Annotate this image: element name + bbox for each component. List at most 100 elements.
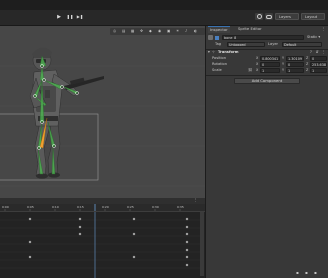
component-menu-icon[interactable]: ⋮: [322, 49, 326, 55]
position-y-field[interactable]: 1.30109: [286, 56, 304, 61]
axis-y-label: Y: [282, 56, 285, 60]
status-icon[interactable]: ▪: [296, 270, 299, 276]
static-toggle[interactable]: Static ▾: [307, 35, 320, 40]
rotation-x-field[interactable]: 0: [260, 62, 280, 67]
move-icon[interactable]: ✥: [140, 28, 143, 34]
layer-value: Default: [284, 43, 297, 47]
axis-x-label: X: [256, 62, 259, 66]
layers-dropdown[interactable]: Layers: [275, 13, 299, 20]
user-icon: [256, 14, 262, 19]
position-x-value: 0.800341: [262, 57, 279, 61]
position-label: Position: [212, 56, 226, 60]
visibility-icon[interactable]: ◉: [158, 28, 161, 34]
light-icon[interactable]: ☀: [176, 28, 179, 34]
tab-inspector[interactable]: Inspector: [208, 26, 230, 33]
dopesheet-grid[interactable]: [0, 212, 200, 278]
tag-dropdown[interactable]: Untagged: [227, 42, 265, 47]
panel-menu-icon[interactable]: ⋮: [194, 197, 198, 203]
object-name-value: bone_8: [224, 36, 237, 40]
rotation-y-field[interactable]: 0: [286, 62, 304, 67]
audio-icon[interactable]: ♪: [185, 28, 187, 34]
layer-label: Layer: [268, 42, 279, 46]
scale-z-field[interactable]: 1: [310, 68, 327, 73]
position-y-value: 1.30109: [288, 57, 303, 61]
ruler-label: 0:15: [77, 205, 84, 209]
grid-icon[interactable]: ▦: [131, 28, 134, 34]
play-button[interactable]: ▶: [55, 13, 63, 20]
axis-x-label: X: [256, 56, 259, 60]
layer-dropdown[interactable]: Default: [282, 42, 322, 47]
scene-canvas: [0, 47, 205, 187]
transform-icon: ⊹: [212, 50, 216, 54]
pause-icon: ❚❚: [66, 14, 74, 19]
divider: [206, 75, 328, 76]
step-icon: ▶❚: [76, 14, 84, 19]
scale-z-value: 1: [312, 69, 315, 73]
position-z-field[interactable]: 0: [310, 56, 327, 61]
ruler-label: 0:05: [27, 205, 34, 209]
inspector-menu-icon[interactable]: ⋮: [322, 26, 326, 32]
scene-view[interactable]: [0, 26, 205, 198]
camera-icon[interactable]: ▣: [167, 28, 170, 34]
rotation-y-value: 0: [288, 63, 291, 67]
axis-y-label: Y: [282, 68, 285, 72]
axis-z-label: Z: [306, 62, 309, 66]
rotation-z-value: 253.638: [312, 63, 327, 67]
pause-button[interactable]: ❚❚: [66, 13, 74, 20]
status-icon[interactable]: ▪: [314, 270, 317, 276]
axis-z-label: Z: [306, 68, 309, 72]
view-2d-icon[interactable]: ◐: [194, 28, 197, 34]
scale-label: Scale: [212, 68, 222, 72]
layout-dropdown[interactable]: Layout: [301, 13, 325, 20]
rotation-x-value: 0: [262, 63, 265, 67]
axis-x-label: X: [256, 68, 259, 72]
inspector-panel: Inspector Sprite Editor ⋮ bone_8 Static …: [205, 26, 328, 278]
pivot-icon[interactable]: ◎: [113, 28, 116, 34]
axis-z-label: Z: [306, 56, 309, 60]
tab-sprite-editor[interactable]: Sprite Editor: [236, 26, 264, 32]
gizmo-icon[interactable]: ▤: [122, 28, 125, 34]
ruler-label: 0:00: [2, 205, 9, 209]
tag-label: Tag: [215, 42, 222, 46]
status-icon[interactable]: ▪: [305, 270, 308, 276]
help-icon[interactable]: ?: [310, 49, 312, 55]
ruler-label: 0:30: [152, 205, 159, 209]
add-component-button[interactable]: Add Component: [234, 78, 300, 84]
tag-value: Untagged: [229, 43, 246, 47]
layout-label: Layout: [305, 15, 318, 19]
play-icon: ▶: [57, 13, 61, 20]
axis-y-label: Y: [282, 62, 285, 66]
timeline-scrollbar[interactable]: [200, 212, 204, 276]
ruler-label: 0:20: [102, 205, 109, 209]
lock-icon[interactable]: ◆: [149, 28, 152, 34]
scale-lock-icon[interactable]: ⛓: [248, 68, 252, 73]
scale-y-field[interactable]: 1: [286, 68, 304, 73]
timeline-ruler[interactable]: 0:00 0:05 0:10 0:15 0:20 0:25 0:30 0:35: [0, 204, 205, 212]
cloud-button[interactable]: [265, 13, 273, 20]
step-button[interactable]: ▶❚: [76, 13, 84, 20]
scale-y-value: 1: [288, 69, 291, 73]
window-title-bar: [0, 0, 328, 10]
layers-label: Layers: [279, 15, 291, 19]
component-foldout-icon[interactable]: ▾: [208, 50, 210, 55]
cloud-icon: [266, 14, 272, 19]
component-title: Transform: [218, 50, 239, 54]
rotation-label: Rotation: [212, 62, 228, 66]
add-component-label: Add Component: [251, 78, 283, 83]
scene-toolbar: ◎ ▤ ▦ ✥ ◆ ◉ ▣ ☀ ♪ ◐: [110, 28, 205, 35]
gameobject-icon: [208, 35, 213, 40]
scale-x-value: 1: [262, 69, 265, 73]
preset-icon[interactable]: ⇵: [316, 49, 319, 55]
account-button[interactable]: [255, 13, 263, 20]
ruler-label: 0:10: [52, 205, 59, 209]
active-checkbox[interactable]: [215, 35, 219, 40]
sprite-editor-tab-label: Sprite Editor: [238, 26, 262, 31]
object-name-field[interactable]: bone_8: [222, 35, 304, 40]
scale-x-field[interactable]: 1: [260, 68, 280, 73]
rotation-z-field[interactable]: 253.638: [310, 62, 327, 67]
static-label: Static: [307, 35, 318, 39]
main-toolbar: ▶ ❚❚ ▶❚ Layers Layout: [0, 10, 328, 26]
position-x-field[interactable]: 0.800341: [260, 56, 280, 61]
inspector-tab-label: Inspector: [210, 27, 228, 32]
ruler-label: 0:25: [127, 205, 134, 209]
